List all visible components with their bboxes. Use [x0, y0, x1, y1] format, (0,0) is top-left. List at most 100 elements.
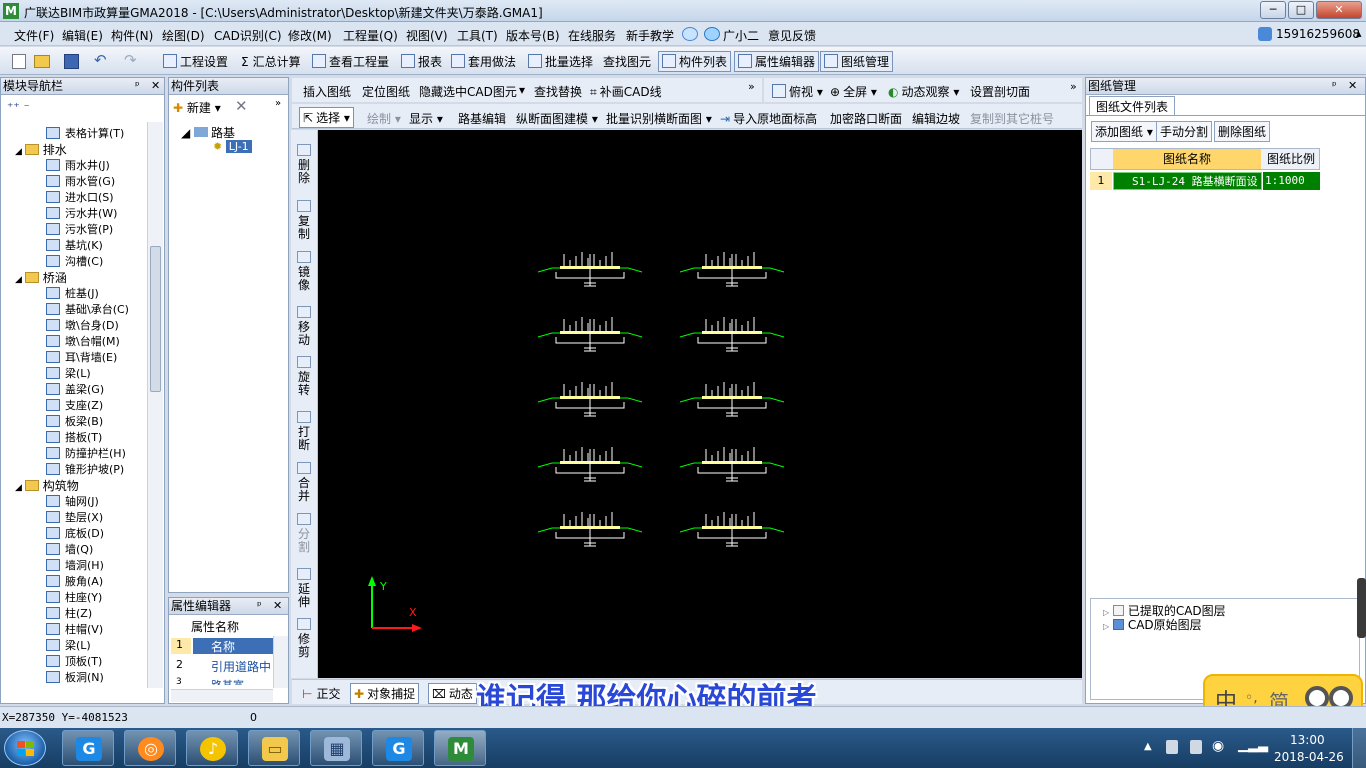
break-tool[interactable]: 打断: [292, 411, 316, 452]
find-element-button[interactable]: 查找图元: [603, 53, 651, 70]
nav-item[interactable]: 桩基(J): [46, 285, 99, 301]
hide-cad-element-button[interactable]: 隐藏选中CAD图元: [419, 83, 517, 100]
ortho-toggle[interactable]: ⊢ 正交: [302, 685, 340, 702]
import-elevation-button[interactable]: ⇥ 导入原地面标高: [720, 110, 817, 127]
draw-button[interactable]: 绘制 ▾: [367, 110, 401, 127]
nav-item[interactable]: 顶板(T): [46, 653, 102, 669]
drawing-manager-toggle[interactable]: 图纸管理: [820, 51, 894, 72]
save-icon[interactable]: [64, 54, 79, 69]
pin-icon[interactable]: ᵖ: [1332, 78, 1337, 94]
view-quantity-button[interactable]: 查看工程量: [312, 53, 389, 70]
start-button[interactable]: [4, 730, 46, 766]
select-button[interactable]: ⇱ 选择 ▾: [299, 107, 354, 128]
nav-item[interactable]: 板梁(B): [46, 413, 103, 429]
undo-icon[interactable]: ↶: [94, 51, 107, 69]
report-button[interactable]: 报表: [401, 53, 442, 70]
taskbar-calculator-app[interactable]: ▦: [310, 730, 362, 766]
nav-item[interactable]: 墙洞(H): [46, 557, 104, 573]
copy-to-station-button[interactable]: 复制到其它桩号: [970, 110, 1054, 127]
menu-version[interactable]: 版本号(B): [506, 27, 560, 44]
property-scrollbar[interactable]: [273, 636, 288, 688]
nav-item[interactable]: 污水管(P): [46, 221, 113, 237]
draw-cad-line-button[interactable]: ⌗ 补画CAD线: [590, 83, 662, 100]
nav-item[interactable]: 基础\承台(C): [46, 301, 129, 317]
nav-item[interactable]: 底板(D): [46, 525, 104, 541]
tray-device-icon[interactable]: [1166, 740, 1178, 754]
column-drawing-name[interactable]: 图纸名称: [1113, 149, 1261, 169]
delete-component-icon[interactable]: ✕: [235, 97, 248, 115]
apply-method-button[interactable]: 套用做法: [451, 53, 516, 70]
taskbar-music-app[interactable]: ♪: [186, 730, 238, 766]
tray-expand-icon[interactable]: ▲: [1144, 741, 1152, 752]
nav-item[interactable]: 墩\台帽(M): [46, 333, 120, 349]
more-icon[interactable]: »: [748, 80, 755, 93]
column-drawing-scale[interactable]: 图纸比例: [1263, 149, 1319, 169]
component-list-toggle[interactable]: 构件列表: [658, 51, 732, 72]
nav-item[interactable]: 锥形护坡(P): [46, 461, 124, 477]
menu-view[interactable]: 视图(V): [406, 27, 448, 44]
menu-modify[interactable]: 修改(M): [288, 27, 332, 44]
nav-item[interactable]: 进水口(S): [46, 189, 114, 205]
layer-checkbox[interactable]: [1112, 605, 1124, 616]
property-row-name[interactable]: 名称: [193, 638, 273, 654]
locate-drawing-button[interactable]: 定位图纸: [362, 83, 410, 100]
rotate-tool[interactable]: 旋转: [292, 356, 316, 397]
profile-model-button[interactable]: 纵断面图建模 ▾: [516, 110, 598, 127]
drawing-canvas[interactable]: Y X: [318, 130, 1082, 678]
nav-item[interactable]: 墩\台身(D): [46, 317, 119, 333]
taskbar-browser-app[interactable]: ◎: [124, 730, 176, 766]
drawing-row-scale[interactable]: 1:1000: [1263, 172, 1320, 190]
nav-item[interactable]: 雨水管(G): [46, 173, 115, 189]
account-number[interactable]: 15916259608: [1276, 27, 1360, 41]
nav-item[interactable]: 梁(L): [46, 637, 91, 653]
dynamic-input-toggle[interactable]: ⌧ 动态: [428, 683, 477, 704]
menu-tutorial[interactable]: 新手教学: [626, 27, 674, 44]
hide-dropdown-icon[interactable]: ▾: [519, 83, 525, 97]
nav-item[interactable]: 耳\背墙(E): [46, 349, 117, 365]
side-scroll-handle[interactable]: [1357, 578, 1366, 638]
taskbar-gma-app[interactable]: M: [434, 730, 486, 766]
nav-item[interactable]: 轴网(J): [46, 493, 99, 509]
pin-icon[interactable]: ᵖ: [135, 78, 140, 94]
tree-child-lj1[interactable]: ✹ LJ-1: [213, 140, 252, 153]
show-desktop-button[interactable]: [1352, 728, 1366, 768]
clock-date[interactable]: 2018-04-26: [1274, 750, 1344, 764]
ime-punct-icon[interactable]: ◦,: [1245, 690, 1258, 706]
property-hscrollbar[interactable]: [171, 689, 273, 702]
batch-recognize-button[interactable]: 批量识别横断面图 ▾: [606, 110, 712, 127]
open-folder-icon[interactable]: [34, 55, 50, 68]
merge-tool[interactable]: 合并: [292, 462, 316, 503]
more-icon[interactable]: »: [1070, 80, 1077, 93]
nav-item[interactable]: 搭板(T): [46, 429, 102, 445]
tray-usb-icon[interactable]: [1190, 740, 1202, 754]
menu-draw[interactable]: 绘图(D): [162, 27, 205, 44]
nav-group[interactable]: ◢ 排水: [15, 141, 67, 158]
copy-tool[interactable]: 复制: [292, 200, 316, 241]
menu-feedback[interactable]: 意见反馈: [768, 27, 816, 44]
fullscreen-button[interactable]: ⊕ 全屏 ▾: [830, 83, 877, 100]
nav-item[interactable]: 盖梁(G): [46, 381, 104, 397]
property-row-road-ref[interactable]: 引用道路中: [193, 658, 273, 674]
nav-item[interactable]: 表格计算(T): [46, 125, 124, 141]
find-replace-button[interactable]: 查找替换: [534, 83, 582, 100]
tray-network-icon[interactable]: ▁▂▃: [1238, 738, 1268, 753]
redo-icon[interactable]: ↷: [124, 51, 137, 69]
maximize-button[interactable]: □: [1288, 1, 1314, 19]
move-tool[interactable]: 移动: [292, 306, 316, 347]
nav-item[interactable]: 雨水井(J): [46, 157, 110, 173]
tree-root-road[interactable]: ◢ 路基: [181, 124, 235, 141]
panel-close-icon[interactable]: ✕: [151, 78, 160, 94]
nav-item[interactable]: 沟槽(C): [46, 253, 103, 269]
clock-time[interactable]: 13:00: [1290, 733, 1325, 747]
dynamic-orbit-button[interactable]: ◐ 动态观察 ▾: [888, 83, 959, 100]
split-tool[interactable]: 分割: [292, 513, 316, 554]
menu-quantity[interactable]: 工程量(Q): [343, 27, 398, 44]
layer-checkbox[interactable]: [1112, 619, 1124, 630]
add-drawing-button[interactable]: 添加图纸 ▾: [1091, 121, 1157, 142]
summary-calc-button[interactable]: Σ 汇总计算: [241, 53, 301, 70]
nav-item[interactable]: 柱座(Y): [46, 589, 102, 605]
nav-group[interactable]: ◢ 构筑物: [15, 477, 79, 494]
menu-cad[interactable]: CAD识别(C): [214, 27, 282, 44]
menu-component[interactable]: 构件(N): [111, 27, 153, 44]
taskbar-glodon-app-2[interactable]: G: [372, 730, 424, 766]
